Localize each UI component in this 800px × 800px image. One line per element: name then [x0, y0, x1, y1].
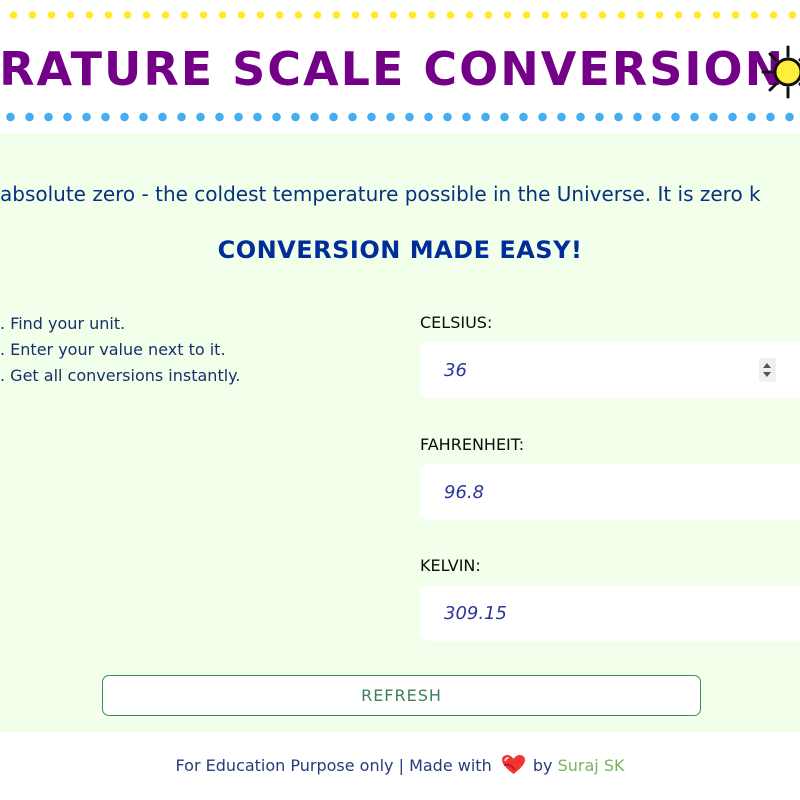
yellow-dot-border	[0, 10, 800, 20]
instructions-list: . Find your unit. . Enter your value nex…	[0, 311, 240, 389]
instruction-item: . Get all conversions instantly.	[0, 366, 241, 385]
sun-icon	[761, 45, 800, 99]
author-link[interactable]: Suraj SK	[558, 756, 625, 775]
footer-prefix: For Education Purpose only | Made with	[175, 756, 492, 775]
fahrenheit-label: FAHRENHEIT:	[420, 435, 525, 454]
instruction-item: . Enter your value next to it.	[0, 340, 226, 359]
celsius-number-spinner[interactable]	[759, 358, 776, 382]
page-footer: For Education Purpose only | Made with b…	[0, 732, 800, 800]
kelvin-label: KELVIN:	[420, 556, 481, 575]
refresh-button[interactable]: REFRESH	[102, 675, 701, 716]
instruction-item: . Find your unit.	[0, 314, 126, 333]
celsius-input[interactable]	[420, 342, 800, 398]
kelvin-input-container	[420, 585, 800, 641]
fahrenheit-input[interactable]	[420, 464, 800, 520]
conversion-heading: CONVERSION MADE EASY!	[217, 236, 583, 264]
fahrenheit-input-container	[420, 464, 800, 520]
page-title: PERATURE SCALE CONVERSION	[0, 42, 786, 96]
temperature-conversion-page: PERATURE SCALE CONVERSION absolute zero …	[0, 0, 800, 800]
heart-icon	[501, 755, 525, 774]
celsius-input-container	[420, 342, 800, 398]
kelvin-input[interactable]	[420, 585, 800, 641]
footer-by-label: by	[532, 756, 553, 775]
decrement-arrow-icon[interactable]	[763, 372, 771, 377]
conversion-section: absolute zero - the coldest temperature …	[0, 133, 800, 732]
celsius-label: CELSIUS:	[420, 313, 493, 332]
absolute-zero-intro: absolute zero - the coldest temperature …	[0, 182, 761, 206]
blue-dot-border	[0, 112, 800, 122]
page-header: PERATURE SCALE CONVERSION	[0, 0, 800, 133]
increment-arrow-icon[interactable]	[763, 363, 771, 368]
